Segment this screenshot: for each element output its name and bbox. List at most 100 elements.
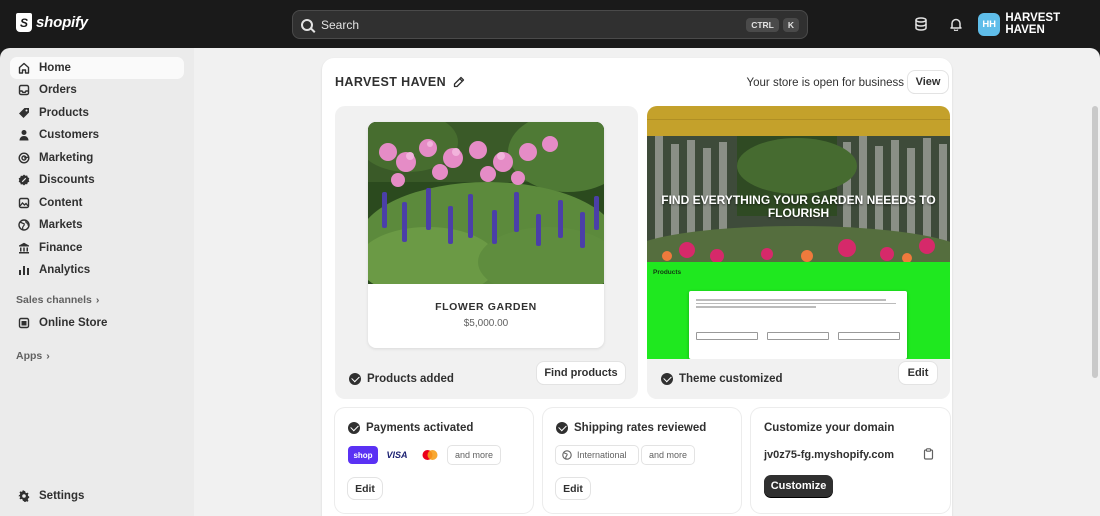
shipping-tile: Shipping rates reviewed International an… [543,408,741,513]
shipping-status-label: Shipping rates reviewed [574,422,707,434]
edit-payments-label: Edit [355,482,375,495]
customize-domain-label: Customize [770,480,827,492]
gear-icon [18,490,30,502]
theme-tile: FIND EVERYTHING YOUR GARDEN NEEEDS TO FL… [647,106,950,399]
sidebar-item-products[interactable]: Products [10,102,184,124]
store-title-text: HARVEST HAVEN [335,75,447,89]
product-name: FLOWER GARDEN [435,301,537,313]
product-price: $5,000.00 [463,318,509,329]
view-store-button[interactable]: View [908,71,948,93]
sidebar-item-online-store[interactable]: Online Store [10,312,184,334]
sidebar-item-label: Discounts [39,174,95,186]
products-status-label: Products added [367,373,454,385]
tag-icon [19,108,29,118]
scrollbar[interactable] [1092,106,1098,378]
shortcut-k: K [782,17,799,32]
sidebar-item-orders[interactable]: Orders [10,79,184,101]
view-store-label: View [915,76,941,88]
sidebar-item-label: Content [39,197,83,209]
theme-header [647,119,950,136]
check-circle-icon [556,422,568,434]
logo-text: shopify [36,14,88,31]
find-products-button[interactable]: Find products [537,362,625,384]
theme-hero: FIND EVERYTHING YOUR GARDEN NEEEDS TO FL… [647,136,950,262]
products-tile: FLOWER GARDEN $5,000.00 Products added F… [335,106,638,399]
edit-shipping-button[interactable]: Edit [556,478,590,499]
clipboard-icon[interactable] [923,448,934,460]
sidebar-item-label: Orders [39,84,77,96]
shipping-and-more: and more [642,446,694,464]
main-content: HARVEST HAVEN Your store is open for bus… [194,48,1100,516]
sidebar-item-label: Marketing [39,152,94,164]
edit-theme-button[interactable]: Edit [899,362,937,384]
page-title: HARVEST HAVEN [335,75,465,89]
sidebar-item-home[interactable]: Home [10,57,184,79]
customize-domain-button[interactable]: Customize [764,475,833,497]
payments-status: Payments activated [348,422,473,434]
edit-shipping-label: Edit [563,482,583,495]
discount-icon [18,174,30,186]
payments-tile: Payments activated shop VISA and more Ed… [335,408,533,513]
sidebar-item-customers[interactable]: Customers [10,124,184,146]
database-icon[interactable] [914,17,928,31]
globe-icon [562,450,572,460]
store-name: HARVEST HAVEN [1005,12,1061,36]
top-bar: S shopify Search CTRL K HH HARVEST HAVEN [0,0,1100,48]
theme-announcement-bar [647,106,950,119]
store-switcher[interactable]: HH HARVEST HAVEN [978,12,1100,36]
sidebar-item-label: Settings [39,490,85,502]
payments-and-more: and more [448,446,500,464]
shopping-bag-icon: S [16,13,32,32]
edit-theme-label: Edit [907,367,929,379]
product-card[interactable]: FLOWER GARDEN $5,000.00 [368,122,604,348]
edit-payments-button[interactable]: Edit [348,478,382,499]
apps-label: Apps [16,350,43,362]
check-circle-icon [349,373,361,385]
target-icon [18,152,30,164]
bank-icon [19,242,29,254]
cookie-banner [689,291,907,359]
international-chip: International [556,446,638,464]
chevron-right-icon: › [46,350,50,362]
sidebar-item-analytics[interactable]: Analytics [10,259,184,281]
home-icon [18,62,30,74]
sidebar-item-label: Analytics [39,264,91,276]
theme-status-label: Theme customized [679,373,783,385]
search-placeholder: Search [321,17,360,32]
visa-badge: VISA [386,450,408,460]
person-icon [19,130,29,141]
sidebar-item-finance[interactable]: Finance [10,237,184,259]
bell-icon[interactable] [949,17,963,31]
check-circle-icon [661,373,673,385]
domain-title: Customize your domain [764,422,894,434]
shipping-status: Shipping rates reviewed [556,422,706,434]
content-icon [18,197,30,209]
theme-hero-text: FIND EVERYTHING YOUR GARDEN NEEEDS TO FL… [661,193,936,220]
shop-pay-badge: shop [348,446,378,464]
check-circle-icon [348,422,360,434]
sidebar-item-settings[interactable]: Settings [10,485,184,507]
product-image [368,122,604,284]
sidebar-item-discounts[interactable]: Discounts [10,169,184,191]
sales-channels-header[interactable]: Sales channels › [16,294,99,306]
sidebar-item-markets[interactable]: Markets [10,214,184,236]
shopify-logo[interactable]: S shopify [16,13,88,32]
shortcut-ctrl: CTRL [746,17,779,32]
apps-header[interactable]: Apps › [16,350,50,362]
sidebar-item-marketing[interactable]: Marketing [10,147,184,169]
sidebar-item-label: Products [39,107,89,119]
mastercard-icon [416,446,444,464]
domain-title-label: Customize your domain [764,422,895,434]
sidebar-item-label: Online Store [39,317,108,329]
chevron-right-icon: › [95,294,100,306]
sidebar: Home Orders Products Customers Marketing… [0,48,194,516]
sidebar-item-label: Customers [39,129,100,141]
sidebar-item-label: Markets [39,219,83,231]
theme-preview[interactable]: FIND EVERYTHING YOUR GARDEN NEEEDS TO FL… [647,106,950,359]
search-input[interactable]: Search CTRL K [292,10,808,39]
store-status-text: Your store is open for business [746,77,904,89]
storefront-icon [18,317,30,329]
globe-icon [18,219,30,231]
sidebar-item-content[interactable]: Content [10,192,184,214]
pencil-icon[interactable] [453,76,465,88]
